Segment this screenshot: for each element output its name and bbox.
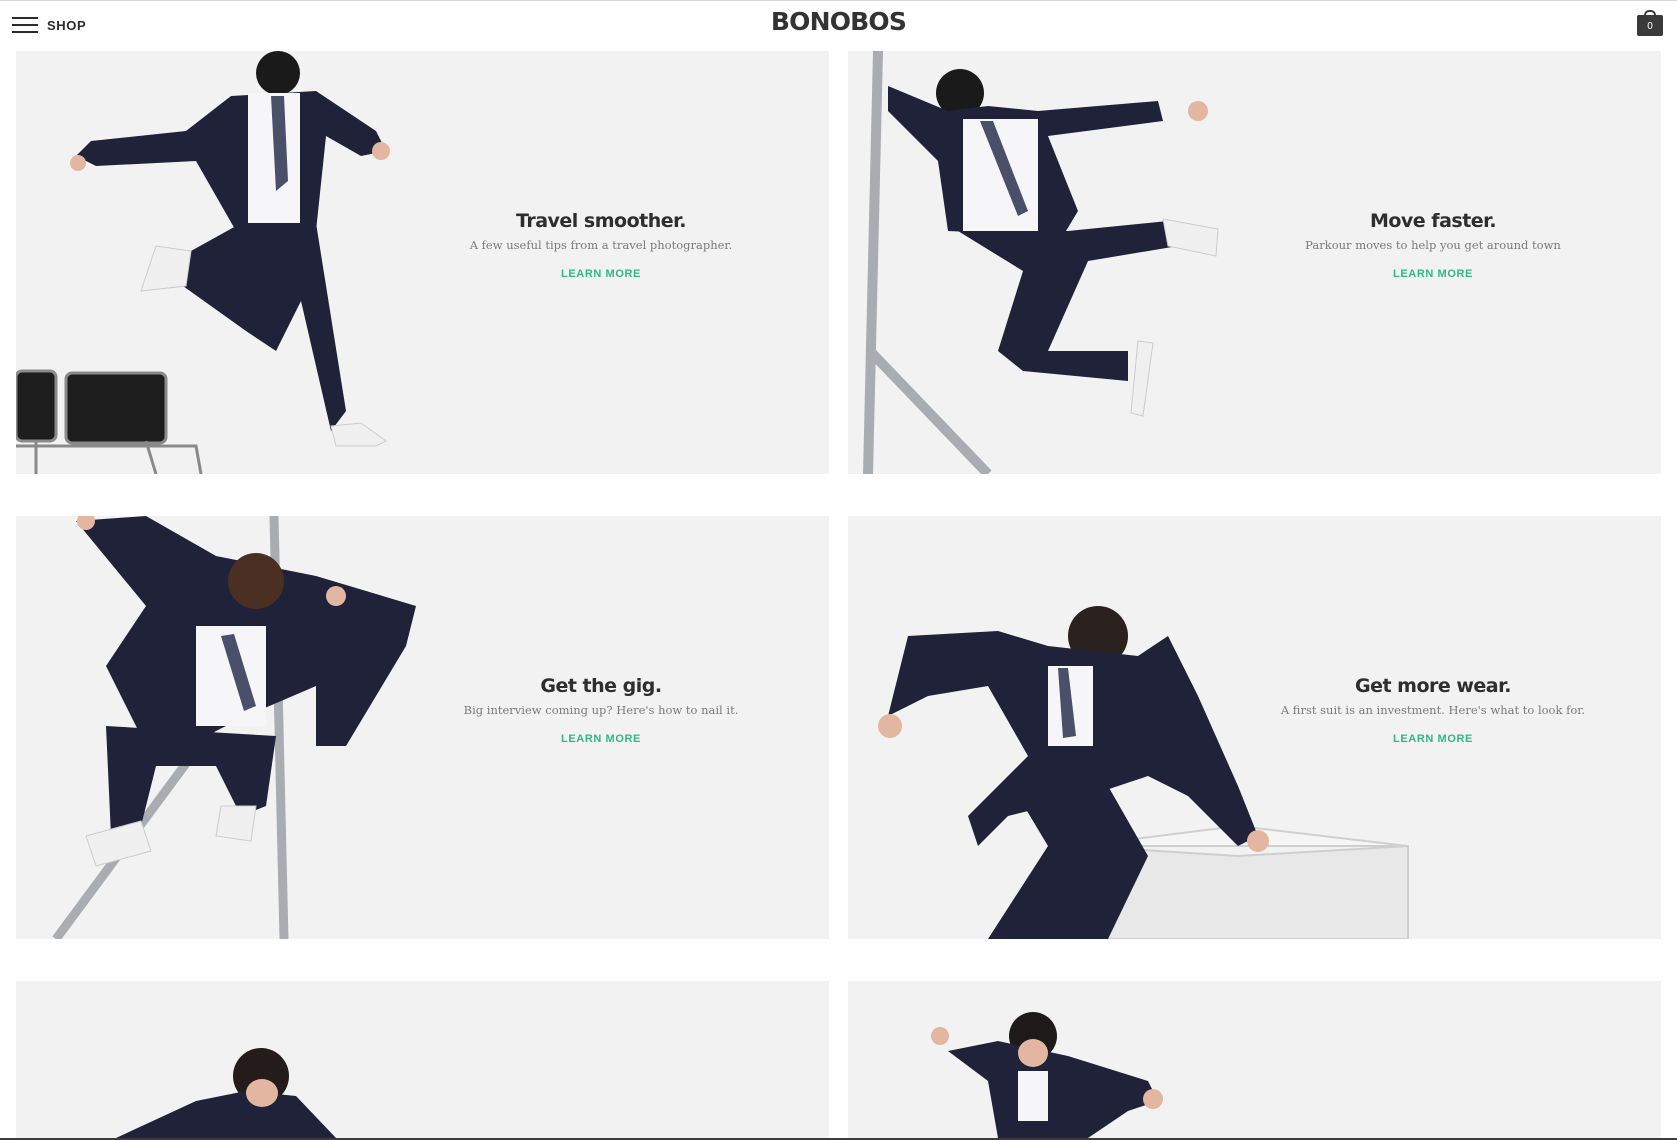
airport-chairs	[16, 369, 203, 474]
story-card-travel: Travel smoother. A few useful tips from …	[16, 51, 829, 474]
card-title: Move faster.	[1369, 210, 1497, 232]
card-subtitle: Big interview coming up? Here's how to n…	[463, 703, 739, 717]
card-copy: Get the gig. Big interview coming up? He…	[421, 674, 781, 747]
shop-menu-label[interactable]: SHOP	[47, 18, 86, 33]
hamburger-icon[interactable]	[12, 17, 38, 33]
brand-logo[interactable]: BONOBOS	[771, 7, 907, 36]
diving-man-photo	[931, 1012, 1163, 1138]
top-navigation-bar: SHOP BONOBOS 0	[0, 0, 1677, 48]
brand-logo-area: BONOBOS	[0, 7, 1677, 36]
card-title: Get the gig.	[540, 675, 662, 697]
learn-more-link[interactable]: LEARN MORE	[1393, 268, 1473, 280]
crouching-man-photo	[116, 1048, 336, 1138]
card-copy: Travel smoother. A few useful tips from …	[421, 209, 781, 282]
card-subtitle: Parkour moves to help you get around tow…	[1305, 238, 1561, 252]
story-card-suit: Get more wear. A first suit is an invest…	[848, 516, 1661, 939]
card-title: Get more wear.	[1354, 675, 1512, 697]
card-copy: Get more wear. A first suit is an invest…	[1253, 674, 1613, 747]
learn-more-link[interactable]: LEARN MORE	[561, 268, 641, 280]
card-title: Travel smoother.	[515, 210, 687, 232]
card-copy: Move faster. Parkour moves to help you g…	[1253, 209, 1613, 282]
shopping-bag-button[interactable]: 0	[1637, 10, 1663, 36]
story-card-parkour: Move faster. Parkour moves to help you g…	[848, 51, 1661, 474]
card-subtitle: A few useful tips from a travel photogra…	[469, 238, 733, 252]
story-card-partial-right	[848, 981, 1661, 1138]
story-card-interview: Get the gig. Big interview coming up? He…	[16, 516, 829, 939]
shop-menu-button[interactable]: SHOP	[12, 12, 86, 38]
learn-more-link[interactable]: LEARN MORE	[561, 733, 641, 745]
cart-count-badge: 0	[1637, 15, 1663, 36]
card-subtitle: A first suit is an investment. Here's wh…	[1280, 703, 1586, 717]
story-card-partial-left	[16, 981, 829, 1138]
learn-more-link[interactable]: LEARN MORE	[1393, 733, 1473, 745]
